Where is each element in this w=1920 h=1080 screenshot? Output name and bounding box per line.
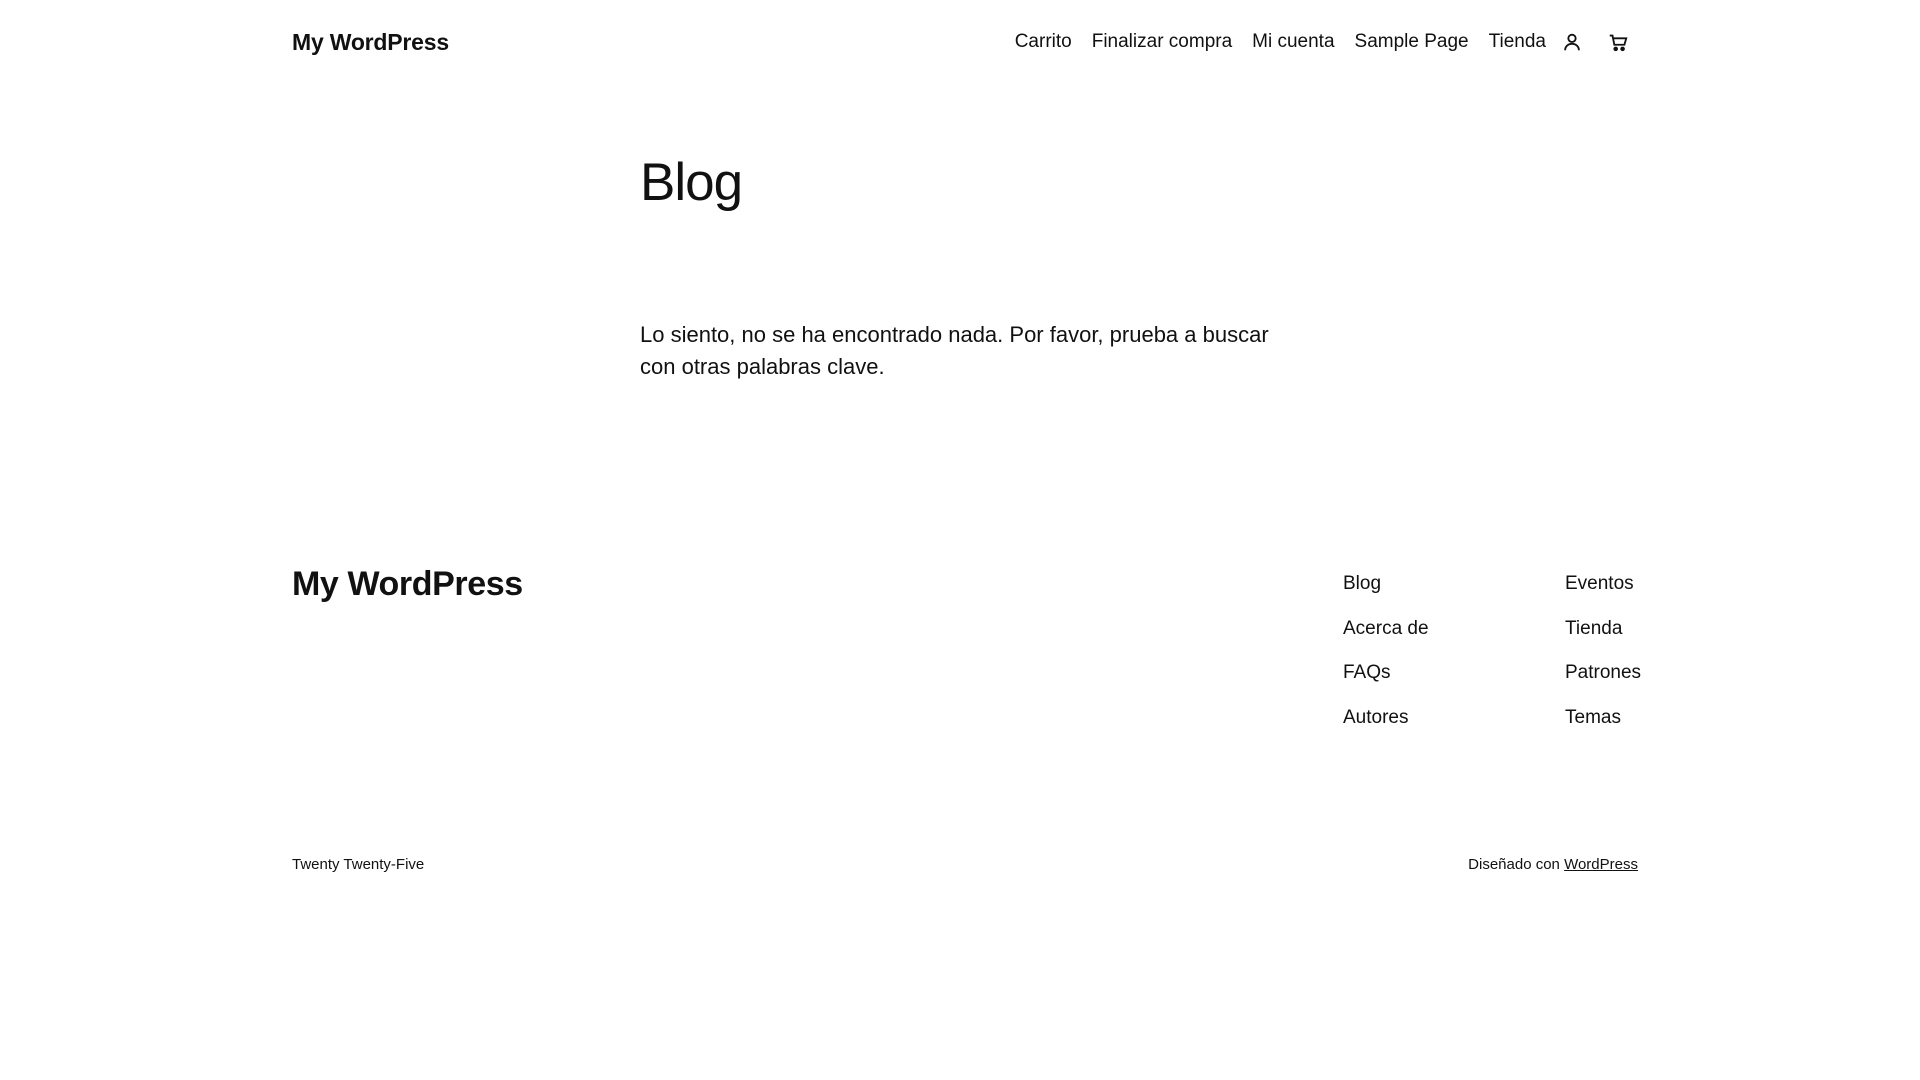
footer-link-eventos[interactable]: Eventos (1565, 562, 1641, 607)
nav-link-mi-cuenta[interactable]: Mi cuenta (1252, 25, 1334, 59)
footer-nav-column-1: Blog Acerca de FAQs Autores (1343, 562, 1429, 741)
main-navigation: Carrito Finalizar compra Mi cuenta Sampl… (1015, 25, 1630, 59)
nav-icons (1560, 30, 1630, 54)
footer-link-tienda[interactable]: Tienda (1565, 607, 1641, 652)
site-header: My WordPress Carrito Finalizar compra Mi… (0, 0, 1920, 84)
page-title: Blog (640, 153, 743, 212)
nav-link-finalizar-compra[interactable]: Finalizar compra (1092, 25, 1232, 59)
nav-link-carrito[interactable]: Carrito (1015, 25, 1072, 59)
footer-link-blog[interactable]: Blog (1343, 562, 1429, 607)
footer-link-acerca-de[interactable]: Acerca de (1343, 607, 1429, 652)
footer-link-patrones[interactable]: Patrones (1565, 651, 1641, 696)
cart-icon[interactable] (1606, 30, 1630, 54)
footer-link-autores[interactable]: Autores (1343, 696, 1429, 741)
user-icon[interactable] (1560, 30, 1584, 54)
no-results-message: Lo siento, no se ha encontrado nada. Por… (640, 322, 1269, 379)
site-title-link[interactable]: My WordPress (292, 27, 449, 57)
footer-site-title-link[interactable]: My WordPress (292, 562, 523, 606)
footer-link-temas[interactable]: Temas (1565, 696, 1641, 741)
footer-nav-column-2: Eventos Tienda Patrones Temas (1565, 562, 1641, 741)
theme-name: Twenty Twenty-Five (292, 856, 425, 873)
nav-link-sample-page[interactable]: Sample Page (1355, 25, 1469, 59)
nav-link-tienda[interactable]: Tienda (1489, 25, 1546, 59)
footer-credit: Diseñado con WordPress (1468, 854, 1638, 876)
footer-link-faqs[interactable]: FAQs (1343, 651, 1429, 696)
credit-prefix: Diseñado con (1468, 856, 1565, 873)
wordpress-credit-link[interactable]: WordPress (1564, 856, 1638, 873)
